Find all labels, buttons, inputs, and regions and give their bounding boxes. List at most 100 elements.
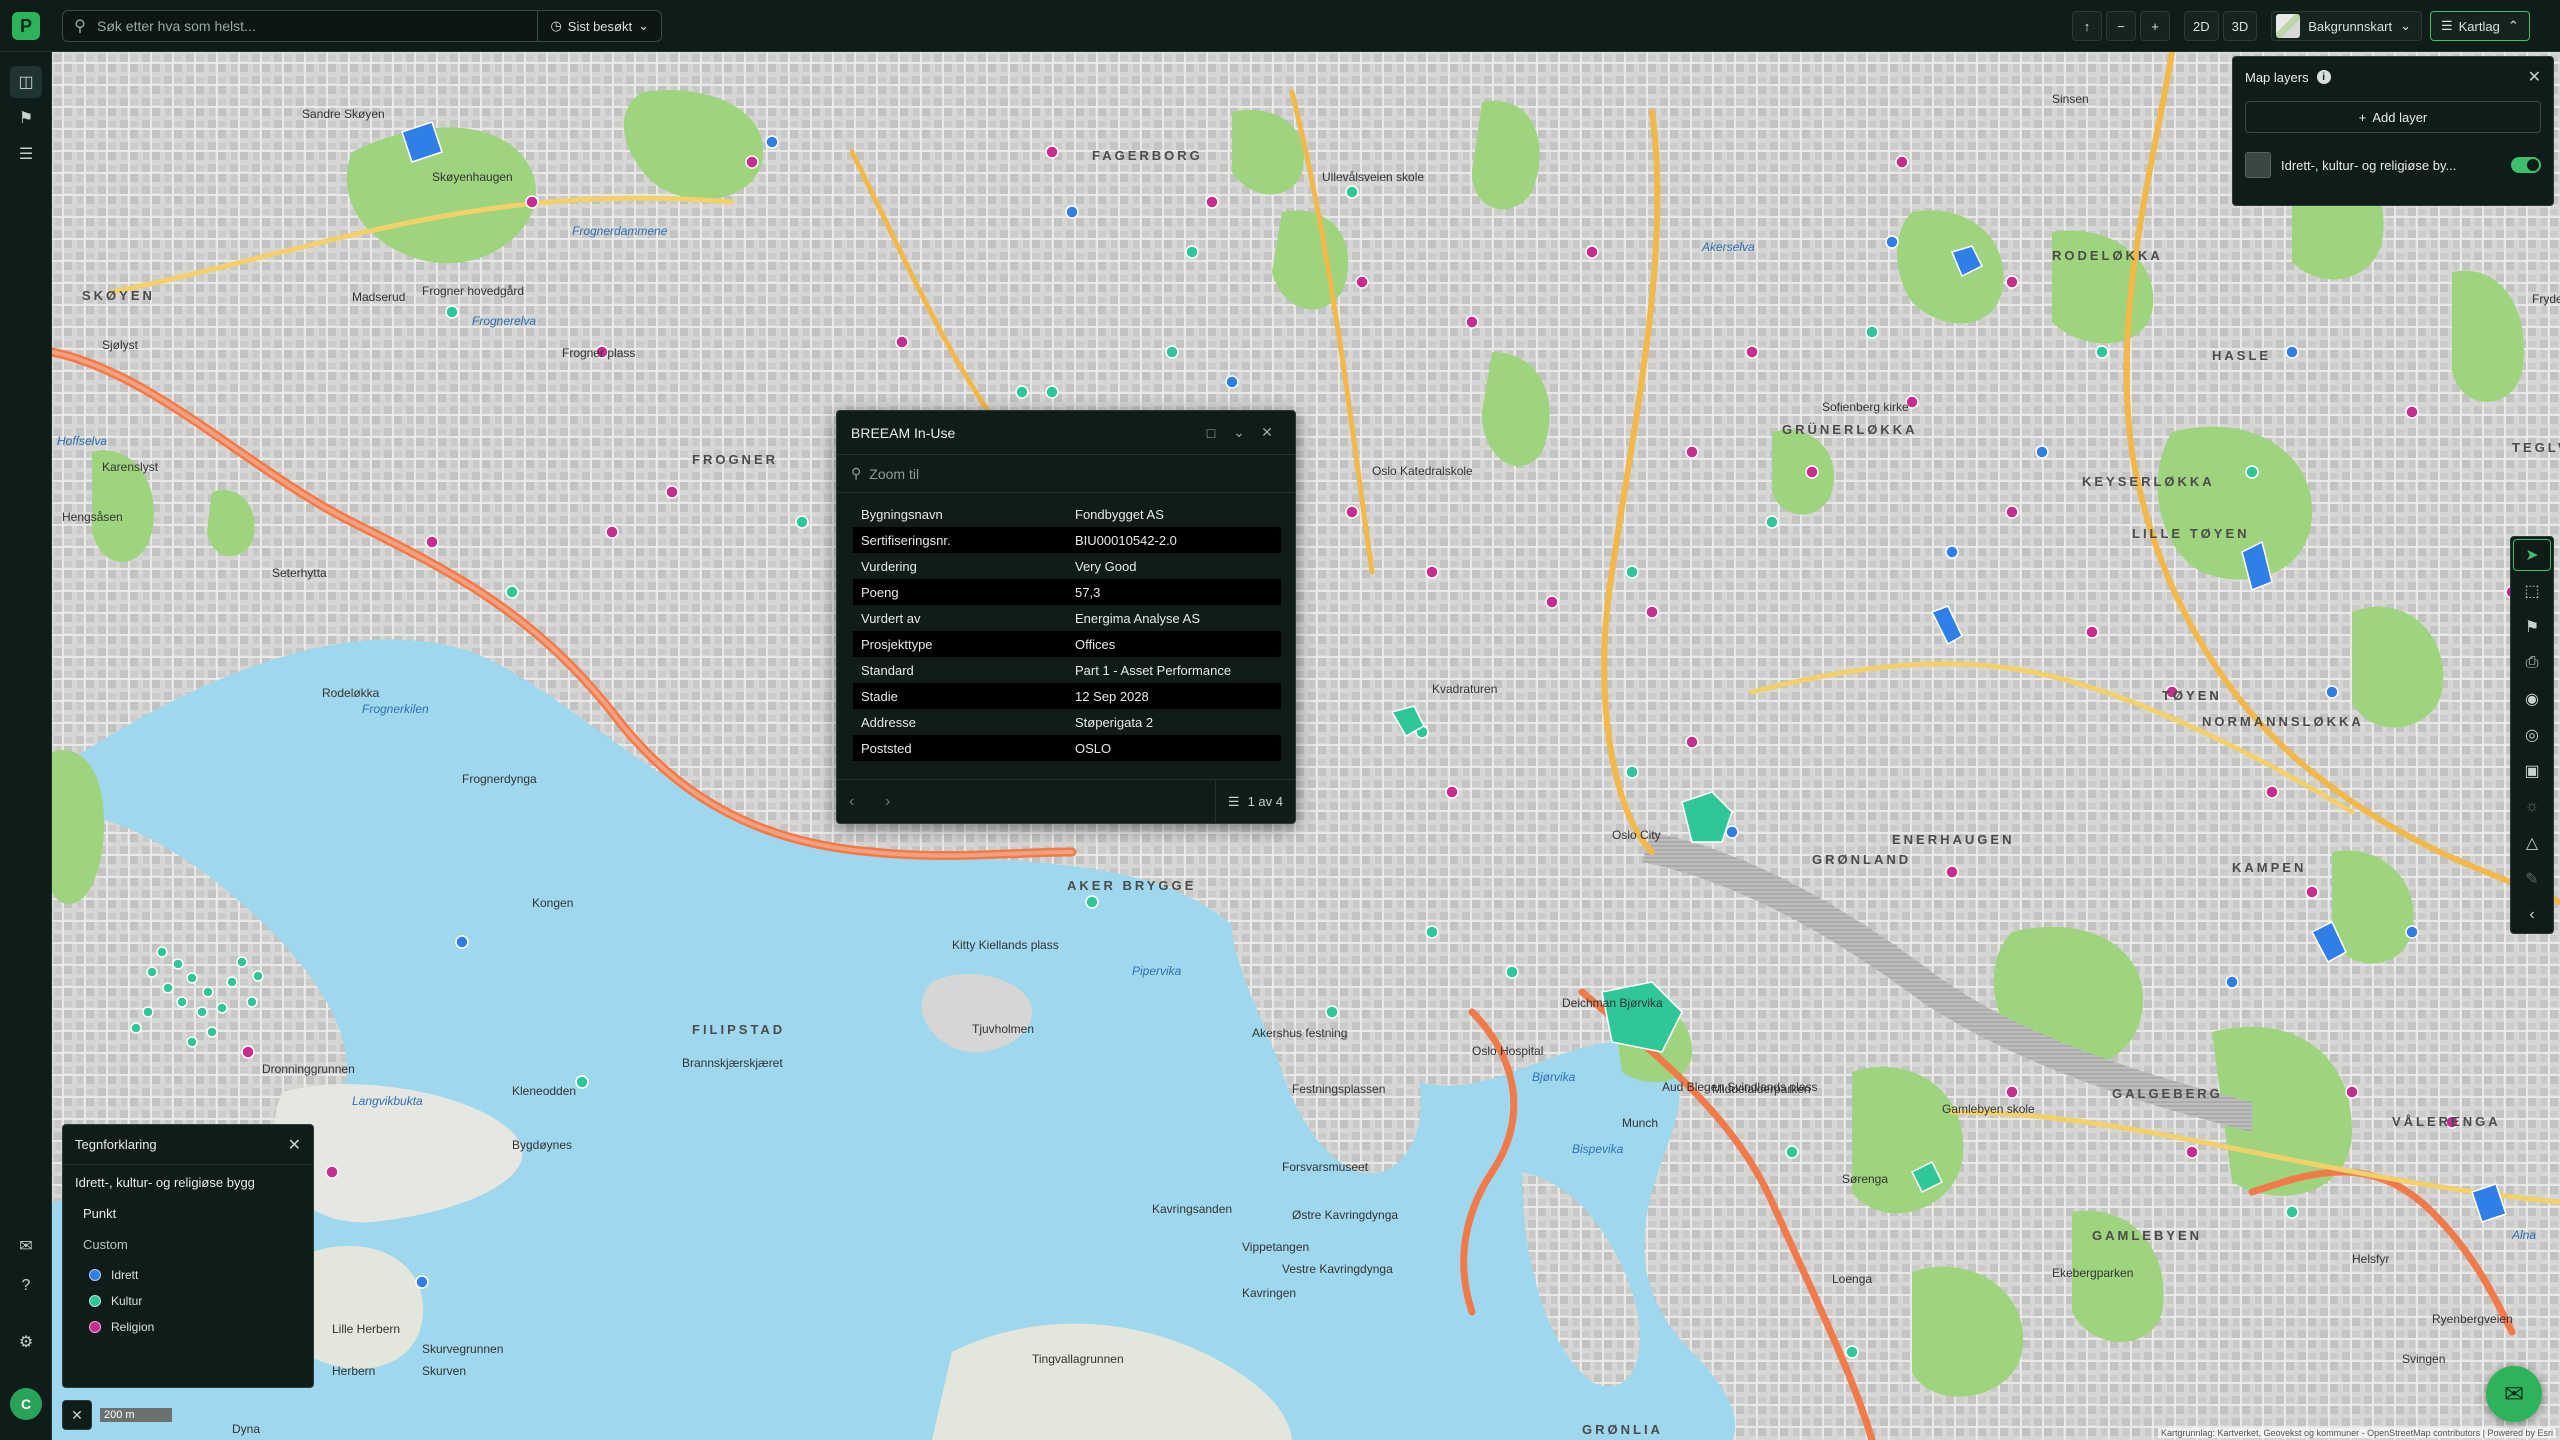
- map-label: Frognerkilen: [362, 702, 429, 716]
- locate-button[interactable]: ◎: [2511, 717, 2553, 753]
- attribute-key: Standard: [861, 662, 914, 678]
- save-button[interactable]: ▣: [2511, 753, 2553, 789]
- map-label: Sinsen: [2052, 92, 2089, 106]
- search-input[interactable]: [97, 11, 538, 41]
- close-icon: ✕: [1261, 424, 1273, 440]
- map-label: Oslo City: [1612, 828, 1661, 842]
- layers-dropdown[interactable]: ☰ Kartlag ⌃: [2429, 11, 2530, 41]
- attribute-key: Sertifiseringsnr.: [853, 527, 1067, 553]
- attribute-value: OSLO: [1067, 735, 1281, 761]
- map-label: Frydenberg: [2532, 292, 2560, 306]
- tags-button[interactable]: ⚑: [10, 102, 42, 134]
- legend-label: Religion: [111, 1320, 155, 1334]
- map-label: Skøyenhaugen: [432, 170, 513, 184]
- attribute-key: Stadie: [853, 683, 1067, 709]
- sun-icon: ☼: [2524, 798, 2540, 815]
- legend-item: Kultur: [89, 1288, 301, 1314]
- zoom-in-button[interactable]: +: [2140, 11, 2170, 41]
- screenshot-button[interactable]: ◉: [2511, 681, 2553, 717]
- legend-body: Idrett-, kultur- og religiøse bygg Punkt…: [63, 1165, 313, 1350]
- basemap-label: Bakgrunnskart: [2308, 18, 2393, 34]
- legend-item: Religion: [89, 1314, 301, 1340]
- maximize-button[interactable]: □: [1197, 425, 1225, 441]
- close-icon: ✕: [71, 1406, 83, 1423]
- chat-button[interactable]: ✉: [2486, 1366, 2542, 1422]
- box-select-button[interactable]: ⬚: [2511, 573, 2553, 609]
- feedback-button[interactable]: ✉: [10, 1230, 42, 1262]
- legend-items: Idrett Kultur Religion: [75, 1262, 301, 1340]
- settings-button[interactable]: ⚙: [10, 1326, 42, 1358]
- map-label: Dronninggrunnen: [262, 1062, 355, 1076]
- prev-feature-button[interactable]: ‹: [849, 793, 885, 811]
- map-label: Skurvegrunnen: [422, 1342, 504, 1356]
- tag-icon: ⚑: [18, 110, 34, 127]
- attribute-key: Prosjekttype: [853, 631, 1067, 657]
- footer-divider: [1214, 779, 1216, 824]
- close-button[interactable]: ✕: [288, 1135, 301, 1155]
- map-attribution: Kartgrunnlag: Kartverket, Geovekst og ko…: [2157, 1428, 2556, 1438]
- help-icon: ?: [21, 1277, 31, 1294]
- map-label: Vippetangen: [1242, 1240, 1310, 1254]
- map-label: Rodeløkka: [322, 686, 380, 700]
- map-canvas[interactable]: FAGERBORGRODELØKKASKØYENBRISKEBYGRÜNERLØ…: [52, 52, 2560, 1440]
- map-view-button[interactable]: ◫: [10, 66, 42, 98]
- avatar[interactable]: C: [10, 1388, 42, 1420]
- collapse-tools-button[interactable]: ‹: [2511, 897, 2553, 933]
- app-logo[interactable]: P: [12, 12, 40, 40]
- attribute-key: Vurdert av: [861, 610, 921, 626]
- zoom-to-button[interactable]: ⚲ Zoom til: [837, 455, 1295, 493]
- view-3d-button[interactable]: 3D: [2222, 11, 2258, 41]
- print-button[interactable]: ⎙: [2511, 645, 2553, 681]
- map-label: Ryenbergveien: [2432, 1312, 2513, 1326]
- layer-visibility-toggle[interactable]: [2511, 157, 2541, 173]
- select-tool-button[interactable]: ➤: [2513, 539, 2551, 571]
- map-label: Oslo Katedralskole: [1372, 464, 1473, 478]
- zoom-icon: ⚲: [851, 465, 862, 481]
- attribute-table: Bygningsnavn Fondbygget AS Sertifiseringsn…: [853, 501, 1281, 761]
- map-label: Frognerelva: [472, 314, 537, 328]
- map-label: Karenslyst: [102, 460, 159, 474]
- view-2d-button[interactable]: 2D: [2184, 11, 2219, 41]
- sun-button[interactable]: ☼: [2511, 789, 2553, 825]
- close-icon: ✕: [2527, 69, 2541, 86]
- list-icon: ☰: [18, 146, 34, 163]
- measure-button[interactable]: △: [2511, 825, 2553, 861]
- next-feature-button[interactable]: ›: [885, 793, 921, 811]
- map-label: Festningsplassen: [1292, 1082, 1386, 1096]
- draw-button[interactable]: ✎: [2511, 861, 2553, 897]
- table-row: Poststed OSLO: [853, 735, 1281, 761]
- collapse-button[interactable]: ⌄: [1225, 424, 1253, 441]
- map-layers-panel: Map layers i ✕ + Add layer Idrett-, kult…: [2232, 56, 2554, 206]
- close-scale-button[interactable]: ✕: [62, 1400, 92, 1430]
- chevron-left-icon: ‹: [2529, 906, 2535, 923]
- basemap-dropdown[interactable]: Bakgrunnskart ⌄: [2271, 11, 2422, 41]
- map-label: Helsfyr: [2352, 1252, 2390, 1266]
- close-button[interactable]: ✕: [1253, 424, 1281, 441]
- list-button[interactable]: ☰: [10, 138, 42, 170]
- table-row: Bygningsnavn Fondbygget AS: [853, 501, 1281, 527]
- map-label: GRØNLAND: [1812, 852, 1912, 867]
- map-tools: ➤ ⬚ ⚑ ⎙ ◉ ◎ ▣ ☼ △ ✎ ‹: [2510, 536, 2554, 934]
- add-layer-button[interactable]: + Add layer: [2245, 101, 2541, 133]
- info-icon[interactable]: i: [2316, 70, 2331, 84]
- bookmark-button[interactable]: ⚑: [2511, 609, 2553, 645]
- map-label: ENERHAUGEN: [1892, 832, 2015, 847]
- feature-pager[interactable]: ☰ 1 av 4: [1228, 794, 1283, 810]
- layer-item[interactable]: Idrett-, kultur- og religiøse by...: [2245, 143, 2541, 187]
- table-row: Poeng 57,3: [853, 579, 1281, 605]
- help-button[interactable]: ?: [10, 1270, 42, 1302]
- compass-button[interactable]: ↑: [2072, 11, 2102, 41]
- layers-panel-header: Map layers i ✕: [2233, 57, 2553, 97]
- map-label: Gamlebyen skole: [1942, 1102, 2035, 1116]
- recent-visited-dropdown[interactable]: ◷ Sist besøkt ⌄: [538, 11, 661, 41]
- top-bar: P ⚲ ◷ Sist besøkt ⌄ ↑ − + 2D 3D Bakgrunn…: [0, 0, 2560, 52]
- attribute-value: 57,3: [1067, 579, 1281, 605]
- close-button[interactable]: ✕: [2528, 67, 2541, 87]
- map-label: Dyna: [232, 1422, 261, 1436]
- popup-header: BREEAM In-Use □ ⌄ ✕: [837, 411, 1295, 455]
- map-label: Frogner hovedgård: [422, 284, 525, 298]
- attribute-key: Vurdering: [861, 558, 917, 574]
- zoom-out-button[interactable]: −: [2106, 11, 2136, 41]
- map-label: Akerselva: [1702, 240, 1755, 254]
- legend-label: Idrett: [111, 1268, 139, 1282]
